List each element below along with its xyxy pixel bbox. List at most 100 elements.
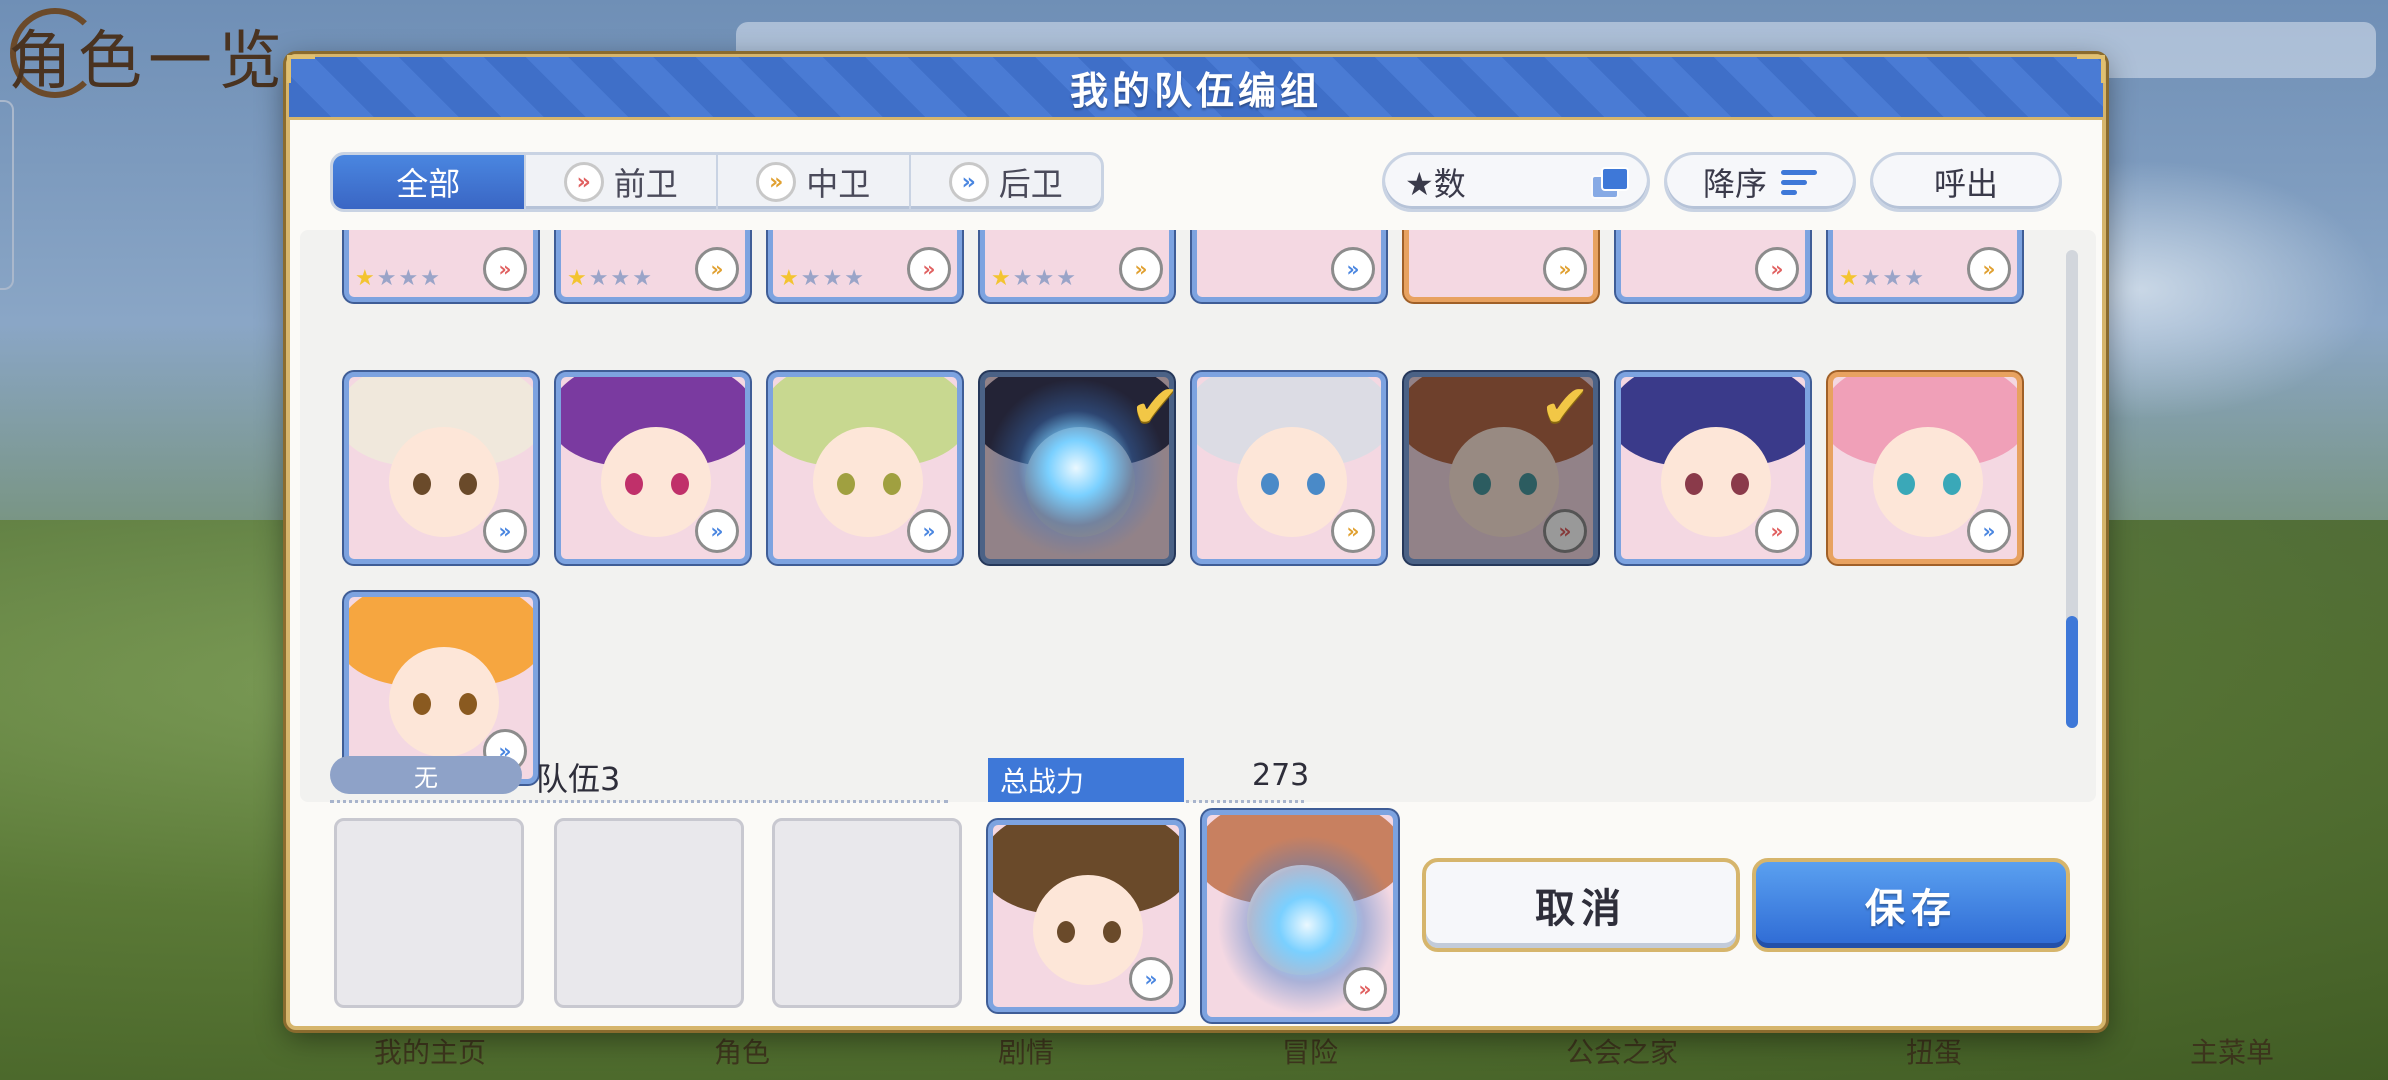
character-card[interactable]: » <box>556 372 750 564</box>
mid-role-icon: » <box>695 247 739 291</box>
nav-adventure: 冒险 <box>1281 1036 1338 1069</box>
nav-main-menu: 主菜单 <box>2189 1036 2274 1069</box>
star-rating: ★ ★ ★ ★ <box>779 266 864 291</box>
portrait-face <box>389 427 499 537</box>
team-edit-dialog: 我的队伍编组 全部 » 前卫 » 中卫 » 后卫 ★数 降序 呼出 ★ ★ ★ … <box>286 54 2106 1030</box>
front-role-icon: » <box>1543 509 1587 553</box>
total-power-value: 273 <box>1252 758 1310 793</box>
tab-front[interactable]: » 前卫 <box>526 155 718 209</box>
front-role-icon: » <box>1755 247 1799 291</box>
team-name: 队伍3 <box>536 760 621 798</box>
mid-role-icon: » <box>1331 509 1375 553</box>
portrait-eye <box>625 473 643 495</box>
portrait-eye <box>1307 473 1325 495</box>
nav-story: 剧情 <box>997 1036 1054 1069</box>
scrollbar-thumb[interactable] <box>2066 616 2078 728</box>
character-roster-grid: ★ ★ ★ ★ » ★ ★ ★ ★ » ★ ★ ★ ★ » ★ ★ ★ ★ » » » » <box>300 230 2096 802</box>
sort-by-stars-button[interactable]: ★数 <box>1382 152 1650 212</box>
portrait-eye <box>1731 473 1749 495</box>
sort-order-label: 降序 <box>1702 165 1767 203</box>
portrait-face <box>389 647 499 757</box>
nav-characters: 角色 <box>713 1036 770 1069</box>
character-card[interactable]: ★ ★ ★ ★ » <box>980 230 1174 302</box>
back-role-icon: » <box>948 162 989 202</box>
character-card[interactable]: » <box>1616 230 1810 302</box>
portrait-eye <box>1519 473 1537 495</box>
character-card[interactable]: » <box>1192 372 1386 564</box>
portrait-eye <box>1057 921 1075 943</box>
portrait-face <box>1661 427 1771 537</box>
tab-all[interactable]: 全部 <box>333 155 526 209</box>
empty-team-slot[interactable] <box>772 818 962 1008</box>
portrait-eye <box>1103 921 1121 943</box>
sort-by-stars-label: ★数 <box>1405 165 1466 203</box>
dialog-header: 我的队伍编组 <box>286 54 2106 120</box>
portrait-face <box>813 427 923 537</box>
back-role-icon: » <box>1967 509 2011 553</box>
back-role-icon: » <box>695 509 739 553</box>
front-role-icon: » <box>483 247 527 291</box>
bottom-nav: 我的主页 角色 剧情 冒险 公会之家 扭蛋 主菜单 <box>260 1022 2388 1080</box>
character-card[interactable]: ★ ★ ★ ★ » <box>556 230 750 302</box>
background-page-title: 角色一览 <box>8 25 288 99</box>
mid-role-icon: » <box>1967 247 2011 291</box>
nav-guild-house: 公会之家 <box>1565 1036 1678 1069</box>
empty-team-slot[interactable] <box>334 818 524 1008</box>
tab-label: 全部 <box>396 165 461 203</box>
side-drawer-handle <box>0 100 14 290</box>
portrait-eye <box>459 473 477 495</box>
character-card[interactable]: » <box>344 372 538 564</box>
star-rating: ★ ★ ★ ★ <box>991 266 1076 291</box>
character-card[interactable]: » <box>768 372 962 564</box>
total-power-label: 总战力 <box>988 758 1184 802</box>
character-card[interactable]: ★ ★ ★ ★ » <box>768 230 962 302</box>
team-member-card[interactable]: » <box>1202 810 1398 1022</box>
sort-order-button[interactable]: 降序 <box>1664 152 1856 212</box>
character-card[interactable]: » <box>1616 372 1810 564</box>
portrait-eye <box>671 473 689 495</box>
team-member-card[interactable]: » <box>988 820 1184 1012</box>
front-role-icon: » <box>1755 509 1799 553</box>
divider <box>1186 800 1304 803</box>
portrait-face <box>601 427 711 537</box>
nav-home: 我的主页 <box>373 1036 486 1069</box>
tab-middle[interactable]: » 中卫 <box>718 155 911 209</box>
role-filter-tabs: 全部 » 前卫 » 中卫 » 后卫 <box>330 152 1104 212</box>
save-button[interactable]: 保存 <box>1752 858 2070 952</box>
character-card[interactable]: ★ ★ ★ ★ » <box>344 230 538 302</box>
divider <box>330 800 948 803</box>
portrait-eye <box>1261 473 1279 495</box>
portrait-face <box>1449 427 1559 537</box>
portrait-eye <box>413 473 431 495</box>
portrait-eye <box>1685 473 1703 495</box>
front-role-icon: » <box>907 247 951 291</box>
nav-gacha: 扭蛋 <box>1905 1036 1962 1069</box>
portrait-eye <box>837 473 855 495</box>
corner-ornament-icon <box>287 55 315 83</box>
cancel-button[interactable]: 取消 <box>1422 858 1740 952</box>
portrait-eye <box>459 693 477 715</box>
character-card[interactable]: » <box>1404 230 1598 302</box>
character-card[interactable]: ★ ★ ★ ★ » <box>1828 230 2022 302</box>
roster-scrollbar[interactable] <box>2066 250 2078 728</box>
character-card[interactable]: » <box>1192 230 1386 302</box>
front-role-icon: » <box>1343 967 1387 1011</box>
back-role-icon: » <box>907 509 951 553</box>
back-role-icon: » <box>1331 247 1375 291</box>
portrait-face <box>1873 427 1983 537</box>
back-role-icon: » <box>1129 957 1173 1001</box>
front-role-icon: » <box>563 162 604 202</box>
back-role-icon: » <box>483 509 527 553</box>
portrait-face <box>1033 875 1143 985</box>
star-rating: ★ ★ ★ ★ <box>1839 266 1924 291</box>
layers-icon <box>1591 167 1629 199</box>
call-button[interactable]: 呼出 <box>1870 152 2062 212</box>
star-rating: ★ ★ ★ ★ <box>355 266 440 291</box>
portrait-eye <box>1897 473 1915 495</box>
character-card[interactable]: » <box>1828 372 2022 564</box>
tab-back[interactable]: » 后卫 <box>911 155 1102 209</box>
sort-controls: ★数 降序 呼出 <box>1382 152 2062 212</box>
empty-team-slot[interactable] <box>554 818 744 1008</box>
portrait-eye <box>1473 473 1491 495</box>
mid-role-icon: » <box>1119 247 1163 291</box>
